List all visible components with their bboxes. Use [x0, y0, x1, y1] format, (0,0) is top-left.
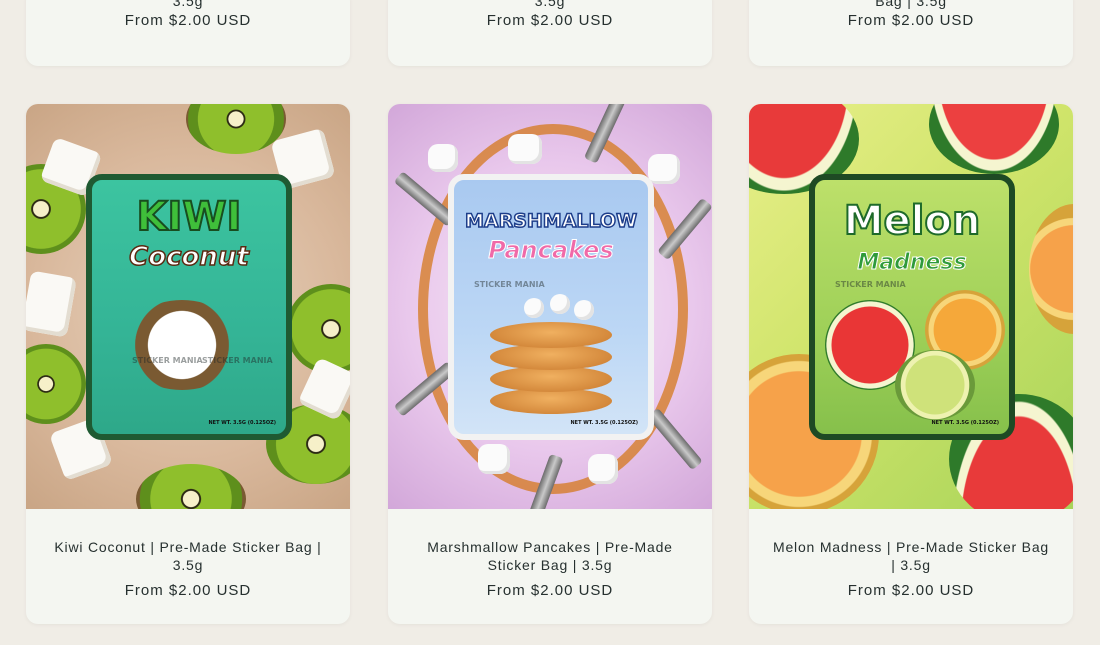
brand-watermark: STICKER MANIA	[474, 280, 545, 289]
product-image[interactable]: MARSHMALLOW Pancakes STICKER MANIA NET W…	[388, 104, 712, 509]
product-card[interactable]: 3.5g From $2.00 USD	[26, 0, 350, 66]
pancake-decor	[490, 322, 612, 348]
product-title[interactable]: 3.5g	[388, 0, 712, 10]
brand-watermark: STICKER MANIA	[132, 356, 203, 365]
bag-subtitle: Coconut	[128, 241, 249, 273]
net-weight-label: NET WT. 3.5G (0.125OZ)	[570, 420, 638, 426]
product-image[interactable]: KIWI Coconut STICKER MANIA STICKER MANIA…	[26, 104, 350, 509]
product-price: From $2.00 USD	[124, 582, 252, 599]
sticker-bag-kiwi: KIWI Coconut STICKER MANIA STICKER MANIA…	[86, 174, 292, 440]
product-title[interactable]: Melon Madness | Pre-Made Sticker Bag | 3…	[749, 538, 1073, 574]
fork-decor	[647, 407, 703, 471]
net-weight-label: NET WT. 3.5G (0.125OZ)	[208, 420, 276, 426]
product-price: From $2.00 USD	[486, 12, 614, 29]
marshmallow-decor	[524, 298, 544, 318]
brand-watermark: STICKER MANIA	[835, 280, 906, 289]
kiwi-slice-decor	[26, 344, 86, 424]
product-card[interactable]: 3.5g From $2.00 USD	[388, 0, 712, 66]
coconut-chunk-decor	[26, 270, 77, 338]
marshmallow-decor	[550, 294, 570, 314]
marshmallow-decor	[478, 444, 510, 474]
product-price: From $2.00 USD	[847, 12, 975, 29]
product-title[interactable]: 3.5g	[26, 0, 350, 10]
brand-watermark: STICKER MANIA	[202, 356, 273, 365]
coconut-half-decor	[122, 300, 242, 390]
product-price: From $2.00 USD	[847, 582, 975, 599]
bag-subtitle: Madness	[857, 250, 967, 276]
bag-subtitle: Pancakes	[488, 236, 614, 265]
watermelon-slice-decor	[929, 104, 1059, 174]
product-card-melon-madness[interactable]: Melon Madness STICKER MANIA NET WT. 3.5G…	[749, 104, 1073, 624]
marshmallow-decor	[508, 134, 542, 164]
bag-title: MARSHMALLOW	[464, 209, 638, 233]
net-weight-label: NET WT. 3.5G (0.125OZ)	[931, 420, 999, 426]
sticker-bag-marshmallow: MARSHMALLOW Pancakes STICKER MANIA NET W…	[448, 174, 654, 440]
product-title[interactable]: Marshmallow Pancakes | Pre-Made Sticker …	[388, 538, 712, 574]
product-title[interactable]: Kiwi Coconut | Pre-Made Sticker Bag | 3.…	[26, 538, 350, 574]
marshmallow-decor	[648, 154, 680, 184]
bag-title: Melon	[843, 197, 982, 245]
cantaloupe-slice-decor	[1029, 204, 1073, 334]
product-price: From $2.00 USD	[486, 582, 614, 599]
marshmallow-decor	[588, 454, 618, 484]
honeydew-decor	[895, 350, 975, 420]
kiwi-slice-decor	[136, 464, 246, 509]
product-price: From $2.00 USD	[124, 12, 252, 29]
marshmallow-decor	[574, 300, 594, 320]
product-card[interactable]: Bag | 3.5g From $2.00 USD	[749, 0, 1073, 66]
bag-title: KIWI	[136, 193, 243, 241]
product-title[interactable]: Bag | 3.5g	[749, 0, 1073, 10]
marshmallow-decor	[428, 144, 458, 172]
sticker-bag-melon: Melon Madness STICKER MANIA NET WT. 3.5G…	[809, 174, 1015, 440]
product-card-kiwi-coconut[interactable]: KIWI Coconut STICKER MANIA STICKER MANIA…	[26, 104, 350, 624]
product-image[interactable]: Melon Madness STICKER MANIA NET WT. 3.5G…	[749, 104, 1073, 509]
product-card-marshmallow-pancakes[interactable]: MARSHMALLOW Pancakes STICKER MANIA NET W…	[388, 104, 712, 624]
